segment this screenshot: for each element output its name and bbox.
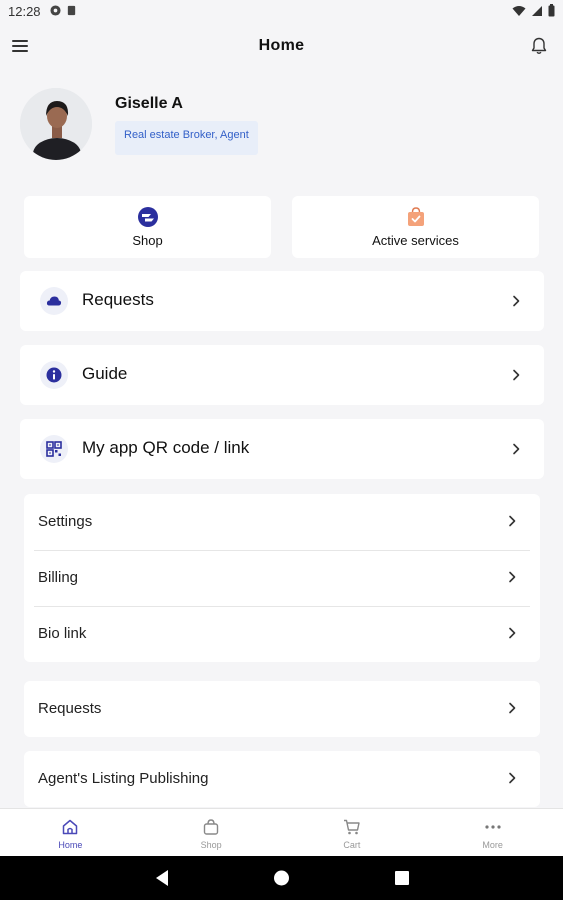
app-bar: Home [0, 24, 563, 68]
guide-card-label: Guide [82, 364, 128, 383]
chevron-right-icon [509, 571, 516, 583]
nav-home-tab[interactable]: Home [0, 809, 141, 856]
chevron-right-icon [513, 369, 520, 381]
profile-header: Giselle A Real estate Broker, Agent [20, 88, 540, 164]
nav-cart-label: Cart [343, 840, 361, 850]
qr-code-icon [46, 441, 62, 457]
profile-role-badge: Real estate Broker, Agent [115, 121, 258, 155]
system-navigation-bar [0, 856, 563, 900]
signal-icon [532, 5, 542, 16]
cloud-icon [46, 296, 62, 306]
back-icon[interactable] [154, 869, 170, 887]
notification-icon [50, 5, 61, 16]
billing-label: Billing [38, 569, 79, 586]
requests-secondary-group: Requests [24, 681, 540, 737]
shopping-bag-check-icon [407, 207, 424, 226]
nav-more-label: More [482, 840, 503, 850]
bell-icon[interactable] [529, 36, 549, 56]
wifi-icon [512, 5, 526, 16]
active-services-quick-label: Active services [372, 233, 459, 248]
cart-icon [343, 819, 360, 835]
requests-card[interactable]: Requests [20, 271, 544, 331]
bottom-navigation: Home Shop Cart More [0, 808, 563, 856]
more-dots-icon [485, 825, 501, 829]
billing-row[interactable]: Billing [24, 550, 540, 606]
home-button-icon[interactable] [273, 869, 290, 887]
shop-quick-label: Shop [132, 233, 163, 248]
settings-group: Settings Billing Bio link [24, 494, 540, 662]
status-bar: 12:28 [0, 0, 563, 24]
bag-icon [203, 819, 219, 835]
chevron-right-icon [513, 443, 520, 455]
requests-secondary-row[interactable]: Requests [24, 681, 540, 737]
page-title: Home [258, 37, 305, 54]
listing-publishing-label: Agent's Listing Publishing [38, 770, 209, 787]
listing-publishing-row[interactable]: Agent's Listing Publishing [24, 751, 540, 807]
nav-cart-tab[interactable]: Cart [282, 809, 423, 856]
requests-icon-circle [40, 287, 68, 315]
guide-card[interactable]: Guide [20, 345, 544, 405]
home-icon [63, 819, 78, 835]
shop-quick-action[interactable]: Shop [24, 196, 271, 258]
nav-more-tab[interactable]: More [422, 809, 563, 856]
chevron-right-icon [513, 295, 520, 307]
chevron-right-icon [509, 702, 516, 714]
nav-shop-tab[interactable]: Shop [141, 809, 282, 856]
status-time: 12:28 [8, 4, 41, 19]
recents-icon[interactable] [394, 869, 410, 887]
qr-code-card-label: My app QR code / link [82, 438, 250, 457]
nav-home-label: Home [58, 840, 83, 850]
requests-secondary-label: Requests [38, 700, 102, 717]
bio-link-label: Bio link [38, 625, 87, 642]
avatar[interactable] [20, 88, 92, 160]
active-services-quick-action[interactable]: Active services [292, 196, 539, 258]
guide-icon-circle [40, 361, 68, 389]
profile-name: Giselle A [115, 95, 183, 112]
battery-icon [548, 4, 555, 17]
info-icon [46, 367, 62, 383]
qr-icon-circle [40, 435, 68, 463]
listing-publishing-group: Agent's Listing Publishing [24, 751, 540, 807]
avatar-photo [20, 88, 92, 160]
settings-row[interactable]: Settings [24, 494, 540, 550]
settings-label: Settings [38, 513, 93, 530]
requests-card-label: Requests [82, 290, 154, 309]
chevron-right-icon [509, 515, 516, 527]
nav-shop-label: Shop [200, 840, 222, 850]
chevron-right-icon [509, 627, 516, 639]
sim-icon [67, 5, 76, 16]
shop-badge-icon [137, 207, 158, 227]
bio-link-row[interactable]: Bio link [24, 606, 540, 662]
qr-code-card[interactable]: My app QR code / link [20, 419, 544, 479]
chevron-right-icon [509, 772, 516, 784]
